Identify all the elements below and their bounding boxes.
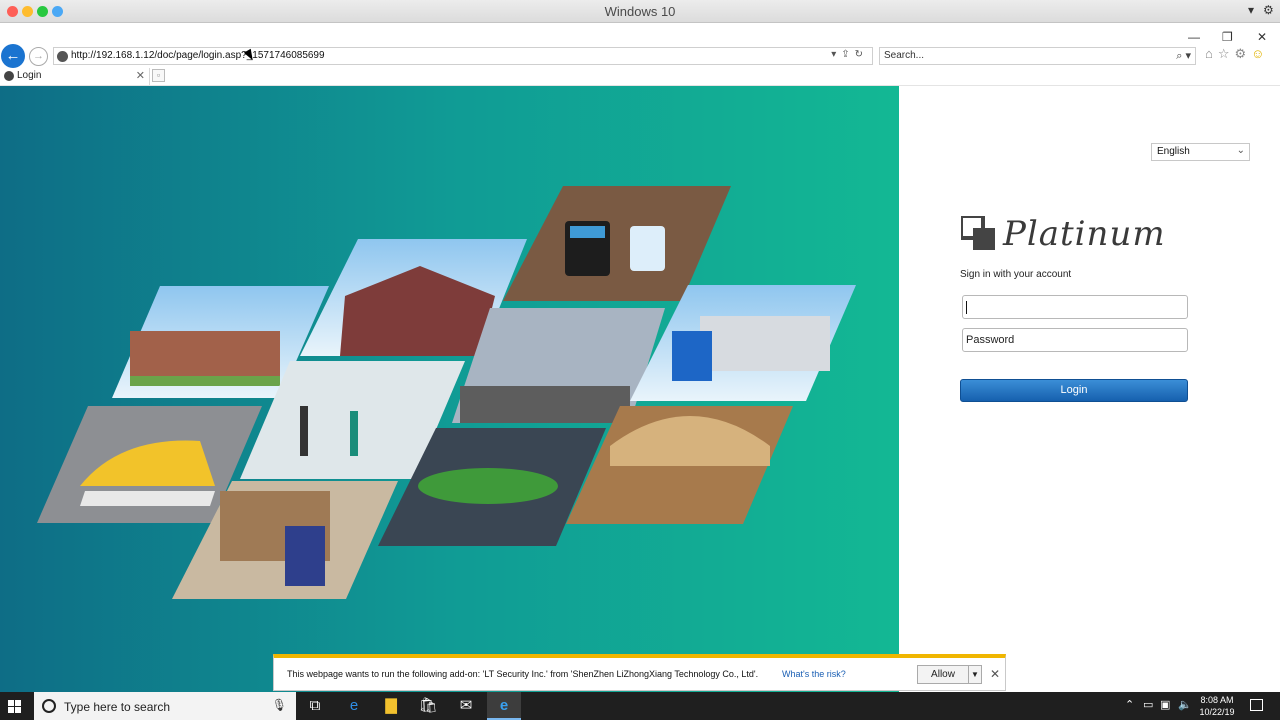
os-window-titlebar: Windows 10 ▾ ⚙	[0, 0, 1280, 23]
clock-date: 10/22/19	[1199, 707, 1235, 717]
search-placeholder: Search...	[884, 50, 925, 61]
username-input[interactable]	[962, 295, 1188, 319]
password-input[interactable]: Password	[962, 328, 1188, 352]
address-bar[interactable]: http://192.168.1.12/doc/page/login.asp?_…	[53, 47, 873, 65]
tab-label: Login	[17, 70, 42, 81]
mail-icon[interactable]: ✉	[455, 696, 477, 716]
display-icon[interactable]: ▣	[1160, 698, 1170, 711]
close-icon[interactable]: ✕	[1257, 30, 1267, 44]
browser-search-box[interactable]: Search... ⌕ ▾	[879, 47, 1196, 65]
signin-heading: Sign in with your account	[960, 269, 1072, 280]
restore-icon[interactable]: ❐	[1222, 30, 1233, 44]
feedback-smiley-icon[interactable]: ☺	[1251, 46, 1269, 61]
ie-toolbar: ⌂☆⚙☺	[1205, 46, 1269, 62]
login-button[interactable]: Login	[960, 379, 1188, 402]
brand-name: Platinum	[1003, 214, 1166, 254]
login-panel: English ⌄ Platinum Sign in with your acc…	[899, 86, 1280, 692]
internet-explorer-icon: e	[499, 697, 509, 714]
internet-explorer-taskbar-button[interactable]: e	[487, 692, 521, 720]
tab-favicon-icon	[4, 71, 14, 81]
network-icon[interactable]: ▭	[1143, 698, 1153, 711]
volume-icon[interactable]: 🔈	[1178, 698, 1192, 711]
address-dropdown-icon[interactable]: ▾	[831, 49, 841, 60]
chevron-down-icon: ⌄	[1236, 145, 1245, 156]
tab-strip: Login ✕ ▫	[0, 68, 1280, 86]
address-tools: ▾⇪↻	[831, 49, 868, 60]
photo-payment-terminal	[503, 186, 731, 301]
edge-icon[interactable]: e	[343, 696, 365, 716]
brand-logo: Platinum	[961, 214, 1171, 256]
gear-icon[interactable]: ⚙	[1263, 3, 1274, 17]
favorites-star-icon[interactable]: ☆	[1218, 46, 1235, 61]
address-url[interactable]: http://192.168.1.12/doc/page/login.asp?_…	[71, 50, 325, 61]
site-favicon-icon	[57, 51, 68, 62]
chevron-down-icon[interactable]: ▾	[1248, 3, 1254, 17]
taskbar-search-placeholder: Type here to search	[64, 700, 171, 714]
close-icon[interactable]: ✕	[990, 667, 1000, 681]
cortana-icon	[42, 699, 56, 713]
microphone-icon[interactable]: 🎙	[272, 698, 287, 712]
file-explorer-icon[interactable]: ▇	[380, 696, 402, 716]
text-cursor	[966, 301, 967, 314]
password-placeholder: Password	[966, 334, 1015, 346]
taskbar-search-box[interactable]: Type here to search 🎙	[34, 692, 296, 720]
windows-taskbar: Type here to search 🎙 ⧉ e ▇ 🛍 ✉ e ⌃ ▭ ▣ …	[0, 692, 1280, 720]
language-value: English	[1157, 146, 1190, 157]
task-view-icon[interactable]: ⧉	[304, 696, 326, 716]
tab-login[interactable]: Login ✕	[0, 68, 150, 85]
windows-start-icon[interactable]	[8, 700, 21, 713]
compat-view-icon[interactable]: ⇪	[841, 49, 854, 60]
action-center-icon[interactable]	[1250, 699, 1263, 711]
platinum-logo-icon	[961, 216, 995, 250]
hero-collage	[0, 86, 899, 692]
os-window-title: Windows 10	[604, 4, 676, 19]
taskbar-clock[interactable]: 8:08 AM 10/22/19	[1192, 694, 1242, 718]
clock-time: 8:08 AM	[1200, 695, 1234, 705]
show-hidden-icons-icon[interactable]: ⌃	[1125, 698, 1134, 711]
addon-notification-bar: This webpage wants to run the following …	[273, 654, 1006, 691]
language-select[interactable]: English ⌄	[1151, 143, 1250, 161]
home-icon[interactable]: ⌂	[1205, 46, 1218, 61]
forward-icon[interactable]: →	[29, 47, 48, 66]
tab-close-icon[interactable]: ✕	[136, 69, 145, 82]
whats-the-risk-link[interactable]: What's the risk?	[782, 669, 846, 679]
minimize-icon[interactable]: —	[1188, 30, 1200, 44]
settings-gear-icon[interactable]: ⚙	[1235, 46, 1252, 61]
collage-illustration	[37, 186, 856, 599]
allow-button[interactable]: Allow	[917, 665, 969, 684]
new-tab-button[interactable]: ▫	[152, 69, 165, 82]
allow-dropdown-icon[interactable]: ▼	[968, 665, 982, 684]
back-icon[interactable]: ←	[1, 44, 25, 68]
store-icon[interactable]: 🛍	[417, 696, 439, 716]
refresh-icon[interactable]: ↻	[855, 49, 868, 60]
addon-message: This webpage wants to run the following …	[287, 669, 759, 679]
search-icon[interactable]: ⌕ ▾	[1176, 49, 1191, 63]
